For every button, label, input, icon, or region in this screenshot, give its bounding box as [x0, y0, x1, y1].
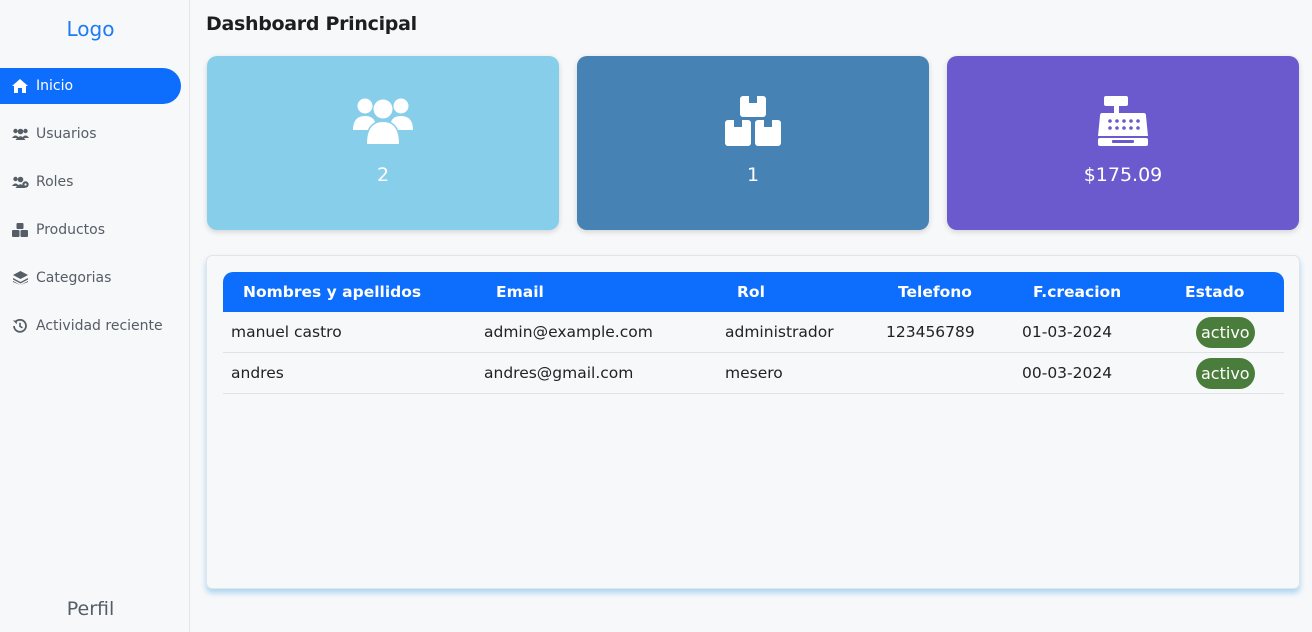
sidebar-item-actividad-reciente[interactable]: Actividad reciente	[0, 308, 181, 344]
users-table-panel: Nombres y apellidos Email Rol Telefono F…	[206, 255, 1300, 589]
users-cog-icon	[11, 175, 29, 189]
sales-stat-card[interactable]: $175.09	[947, 56, 1299, 230]
sales-total: $175.09	[1083, 164, 1163, 186]
sidebar-nav: Inicio Usuarios Roles Productos Categori…	[0, 68, 181, 356]
boxes-icon	[11, 223, 29, 237]
cell-name: andres	[231, 364, 284, 382]
col-header-fecha[interactable]: F.creacion	[1033, 272, 1121, 312]
cell-rol: administrador	[725, 323, 834, 341]
sidebar-item-roles[interactable]: Roles	[0, 164, 181, 200]
sidebar-item-label: Roles	[36, 174, 74, 190]
sidebar-item-usuarios[interactable]: Usuarios	[0, 116, 181, 152]
sidebar-item-label: Productos	[36, 222, 106, 238]
products-stat-card[interactable]: 1	[577, 56, 929, 230]
sidebar-item-inicio[interactable]: Inicio	[0, 68, 181, 104]
sidebar-item-label: Usuarios	[36, 126, 97, 142]
status-badge: activo	[1196, 317, 1255, 348]
perfil-link[interactable]: Perfil	[0, 598, 181, 620]
cell-fecha: 01-03-2024	[1022, 323, 1113, 341]
page-title: Dashboard Principal	[206, 13, 417, 35]
sidebar-item-productos[interactable]: Productos	[0, 212, 181, 248]
cell-fecha: 00-03-2024	[1022, 364, 1113, 382]
boxes-icon	[577, 96, 929, 146]
col-header-email[interactable]: Email	[496, 272, 544, 312]
cell-telefono: 123456789	[886, 323, 975, 341]
cell-email: admin@example.com	[484, 323, 653, 341]
sidebar-item-label: Inicio	[36, 78, 74, 94]
users-stat-card[interactable]: 2	[207, 56, 559, 230]
history-icon	[11, 319, 29, 333]
status-badge: activo	[1196, 358, 1255, 389]
col-header-estado[interactable]: Estado	[1185, 272, 1244, 312]
sidebar: Logo Inicio Usuarios Roles Productos Cat…	[0, 0, 190, 632]
col-header-rol[interactable]: Rol	[737, 272, 765, 312]
users-icon	[207, 96, 559, 144]
users-count: 2	[376, 164, 390, 186]
table-row[interactable]: manuel castro admin@example.com administ…	[223, 312, 1284, 353]
sidebar-item-categorias[interactable]: Categorias	[0, 260, 181, 296]
table-row[interactable]: andres andres@gmail.com mesero 00-03-202…	[223, 353, 1284, 394]
home-icon	[11, 79, 29, 93]
sidebar-item-label: Actividad reciente	[36, 318, 163, 334]
col-header-nombres[interactable]: Nombres y apellidos	[243, 272, 421, 312]
col-header-telefono[interactable]: Telefono	[898, 272, 972, 312]
cell-email: andres@gmail.com	[484, 364, 634, 382]
sidebar-item-label: Categorias	[36, 270, 112, 286]
table-header: Nombres y apellidos Email Rol Telefono F…	[223, 272, 1284, 312]
users-icon	[11, 127, 29, 141]
logo[interactable]: Logo	[0, 17, 181, 41]
cell-name: manuel castro	[231, 323, 342, 341]
layers-icon	[11, 271, 29, 285]
cell-rol: mesero	[725, 364, 783, 382]
cash-register-icon	[947, 96, 1299, 146]
products-count: 1	[746, 164, 760, 186]
